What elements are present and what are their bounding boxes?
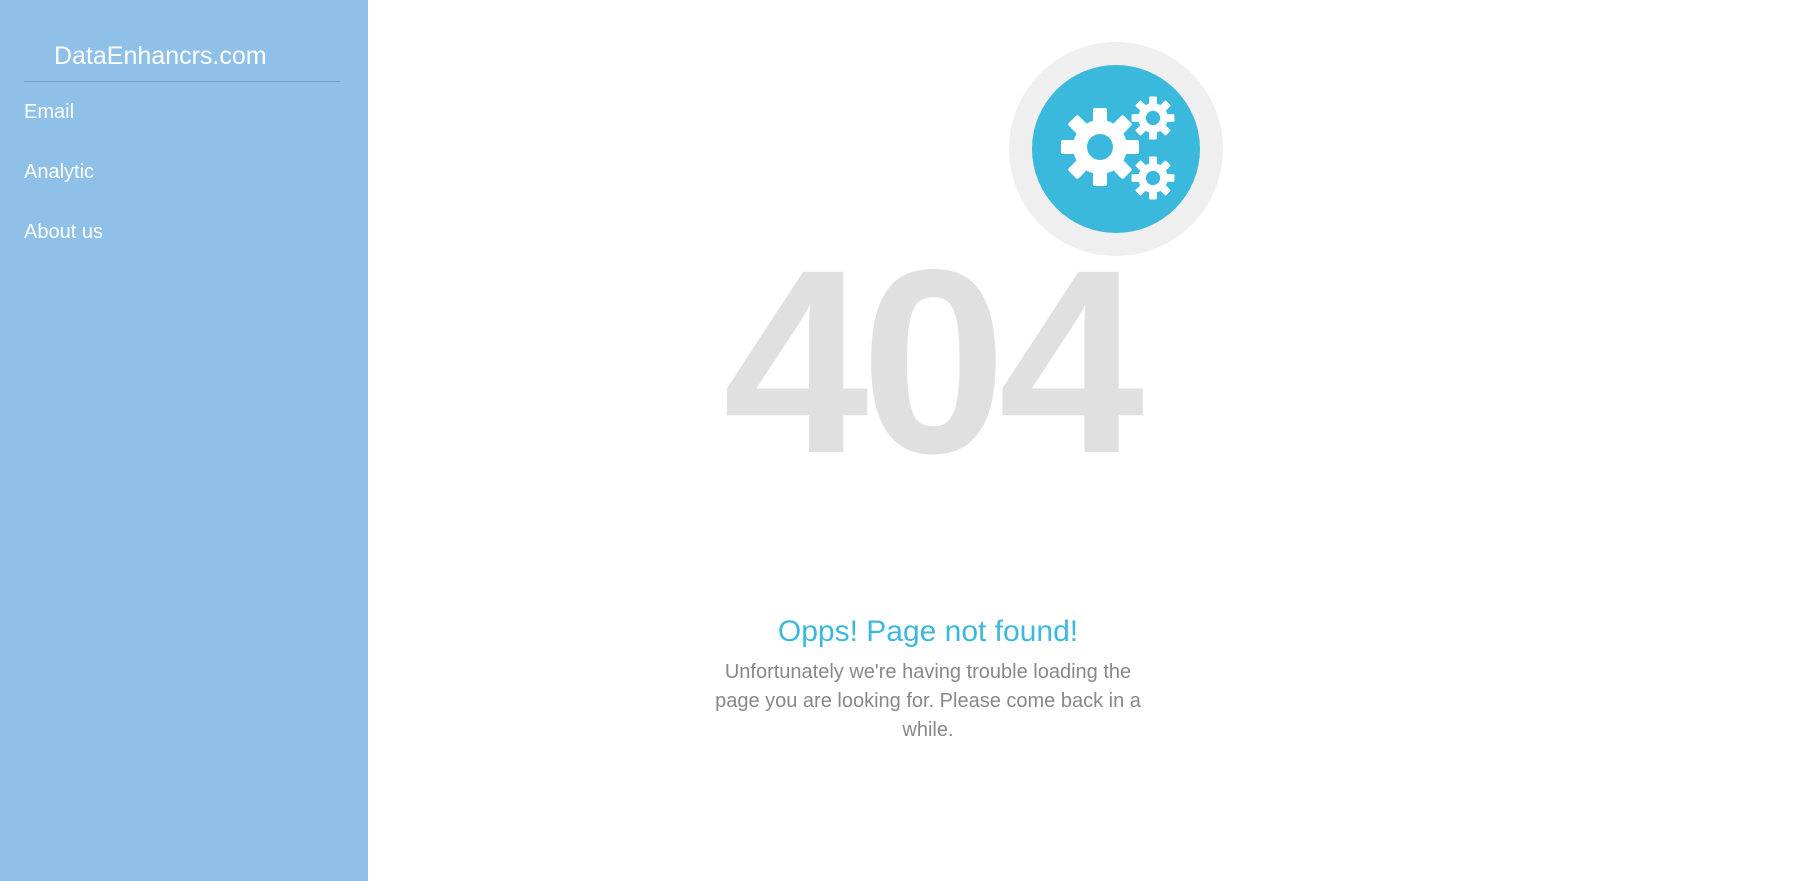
gears-icon: [1061, 96, 1175, 200]
error-description: Unfortunately we're having trouble loadi…: [715, 661, 1141, 741]
error-code: 404: [723, 215, 1144, 508]
sidebar-item-about-us[interactable]: About us: [24, 218, 340, 278]
sidebar-item-analytic[interactable]: Analytic: [24, 158, 340, 218]
brand-title[interactable]: DataEnhancrs.com: [54, 40, 267, 72]
sidebar: DataEnhancrs.com Email Analytic About us: [0, 0, 368, 881]
gears-badge: [1009, 42, 1223, 256]
error-message: Opps! Page not found! Unfortunately we'r…: [688, 612, 1168, 745]
brand-header: DataEnhancrs.com: [24, 40, 340, 82]
sidebar-nav: Email Analytic About us: [24, 98, 340, 278]
main-content: 404 Opps! Page not found! Unfortunately …: [368, 0, 1814, 881]
sidebar-item-email[interactable]: Email: [24, 98, 340, 158]
error-title: Opps! Page not found!: [777, 615, 1079, 648]
gears-badge-circle: [1032, 65, 1200, 233]
